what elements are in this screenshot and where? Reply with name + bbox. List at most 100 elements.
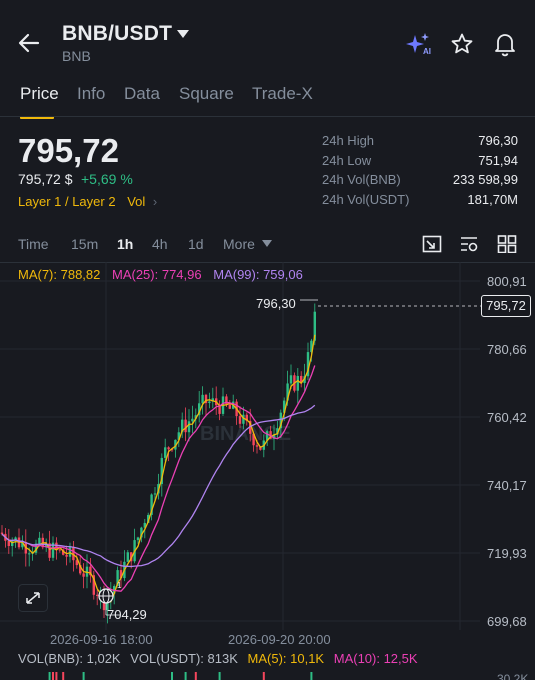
price-usd: 795,72 $ [18, 171, 73, 187]
volume-bar [310, 672, 313, 680]
volume-bar [82, 672, 85, 680]
pair-title[interactable]: BNB/USDT [62, 22, 172, 46]
timeframe-1h[interactable]: 1h [117, 236, 133, 252]
volume-bar [194, 672, 197, 680]
candle-body [68, 546, 72, 557]
volume-legend: VOL(BNB): 1,02K VOL(USDT): 813K MA(5): 1… [18, 651, 418, 666]
y-tick-label: 800,91 [487, 274, 527, 289]
candle-body [167, 447, 170, 450]
tab-price[interactable]: Price [20, 84, 59, 104]
ma25-value: MA(25): 774,96 [112, 267, 202, 282]
candle-body [164, 447, 167, 458]
candle-body [296, 375, 299, 391]
ai-sparkle-icon[interactable]: AI [406, 32, 432, 56]
tab-info[interactable]: Info [77, 84, 105, 104]
x-axis-labels: 2026-09-16 18:00 2026-09-20 20:00 [50, 632, 331, 647]
category-tags[interactable]: Layer 1 / Layer 2 Vol › [18, 194, 157, 209]
candle-body [136, 537, 140, 541]
y-axis-labels: 800,91 780,66 760,42 740,17 719,93 699,68 [487, 274, 527, 629]
candle-body [65, 554, 68, 557]
timeframe-1d[interactable]: 1d [188, 236, 204, 252]
more-caret-icon[interactable] [262, 240, 272, 247]
stat-row: 24h Low 751,94 [322, 153, 518, 173]
ma7-line [1, 334, 316, 603]
volume-bar [262, 672, 265, 680]
candle-body [126, 552, 129, 562]
tab-square[interactable]: Square [179, 84, 234, 104]
candle-body [38, 537, 41, 544]
candle-body [58, 549, 61, 551]
stats-panel: 24h High 796,30 24h Low 751,94 24h Vol(B… [322, 133, 518, 211]
timeframe-more[interactable]: More [223, 236, 255, 252]
candle-body [208, 401, 211, 404]
x-tick-label: 2026-09-16 18:00 [50, 632, 153, 647]
tabs-divider [0, 116, 535, 117]
high-marker-label: 796,30 [256, 296, 296, 311]
candle-body [0, 532, 4, 534]
candle-body [96, 594, 99, 596]
tab-trade-x[interactable]: Trade-X [252, 84, 313, 104]
vol-ma5: MA(5): 10,1K [247, 651, 325, 666]
stat-row: 24h Vol(BNB) 233 598,99 [322, 172, 518, 192]
timeframe-4h[interactable]: 4h [152, 236, 168, 252]
tag-layer[interactable]: Layer 1 / Layer 2 [18, 194, 116, 209]
price-change-percent: +5,69 % [81, 171, 133, 187]
chart-settings-icon[interactable] [459, 235, 479, 253]
y-tick-label: 740,17 [487, 478, 527, 493]
tag-vol[interactable]: Vol [127, 194, 145, 209]
stat-value: 751,94 [478, 152, 518, 168]
candle-body [289, 375, 293, 384]
candle-body [228, 404, 231, 409]
volume-bar [184, 672, 187, 680]
tab-data[interactable]: Data [124, 84, 160, 104]
x-tick-label: 2026-09-20 20:00 [228, 632, 331, 647]
stat-row: 24h High 796,30 [322, 133, 518, 153]
ma7-value: MA(7): 788,82 [18, 267, 101, 282]
svg-text:1: 1 [117, 581, 122, 590]
vol-usdt: VOL(USDT): 813K [130, 651, 238, 666]
volume-bar [48, 672, 51, 680]
vol-ma10: MA(10): 12,5K [333, 651, 418, 666]
layout-grid-icon[interactable] [497, 235, 517, 253]
y-tick-label: 780,66 [487, 342, 527, 357]
candle-body [201, 394, 204, 404]
section-tabs: Price Info Data Square Trade-X [0, 84, 535, 119]
favorite-star-icon[interactable] [450, 32, 474, 56]
last-price-tag: 795,72 [481, 295, 531, 317]
y-tick-label: 699,68 [487, 614, 527, 629]
candle-body [255, 445, 259, 447]
candle-body [55, 542, 58, 550]
stat-label: 24h Vol(BNB) [322, 172, 401, 187]
candle-body [28, 553, 31, 555]
expand-icon[interactable] [18, 584, 48, 612]
vol-bnb: VOL(BNB): 1,02K [18, 651, 121, 666]
alert-bell-icon[interactable] [492, 31, 518, 57]
candle-body [187, 421, 191, 433]
timeframe-time[interactable]: Time [18, 236, 49, 252]
timeframe-15m[interactable]: 15m [71, 236, 98, 252]
stat-value: 796,30 [478, 133, 518, 148]
volume-bar [218, 672, 221, 680]
svg-text:AI: AI [423, 47, 431, 56]
y-tick-label: 719,93 [487, 546, 527, 561]
volume-bar [55, 672, 58, 680]
back-arrow-icon[interactable] [16, 30, 42, 56]
candle-body [153, 493, 157, 495]
stat-value: 233 598,99 [452, 172, 518, 187]
volume-bar [52, 672, 54, 680]
ma99-value: MA(99): 759,06 [213, 267, 303, 282]
pair-dropdown-caret-icon[interactable] [176, 29, 190, 39]
indicator-tool-icon[interactable] [422, 235, 442, 253]
price-chart[interactable]: BINANCE 800,91780,66760,42740,17719,9369… [0, 262, 535, 680]
stat-label: 24h Vol(USDT) [322, 191, 410, 207]
moving-average-lines [1, 334, 316, 603]
chart-grid [0, 262, 480, 630]
volume-axis-label: 30,2K [497, 672, 529, 680]
stat-label: 24h Low [322, 152, 372, 168]
candle-body [184, 419, 187, 433]
chevron-right-icon: › [152, 194, 158, 209]
stat-value: 181,70M [467, 191, 518, 207]
volume-bar [62, 672, 65, 680]
candle-body [82, 573, 85, 577]
ma-legend: MA(7): 788,82 MA(25): 774,96 MA(99): 759… [18, 267, 303, 282]
